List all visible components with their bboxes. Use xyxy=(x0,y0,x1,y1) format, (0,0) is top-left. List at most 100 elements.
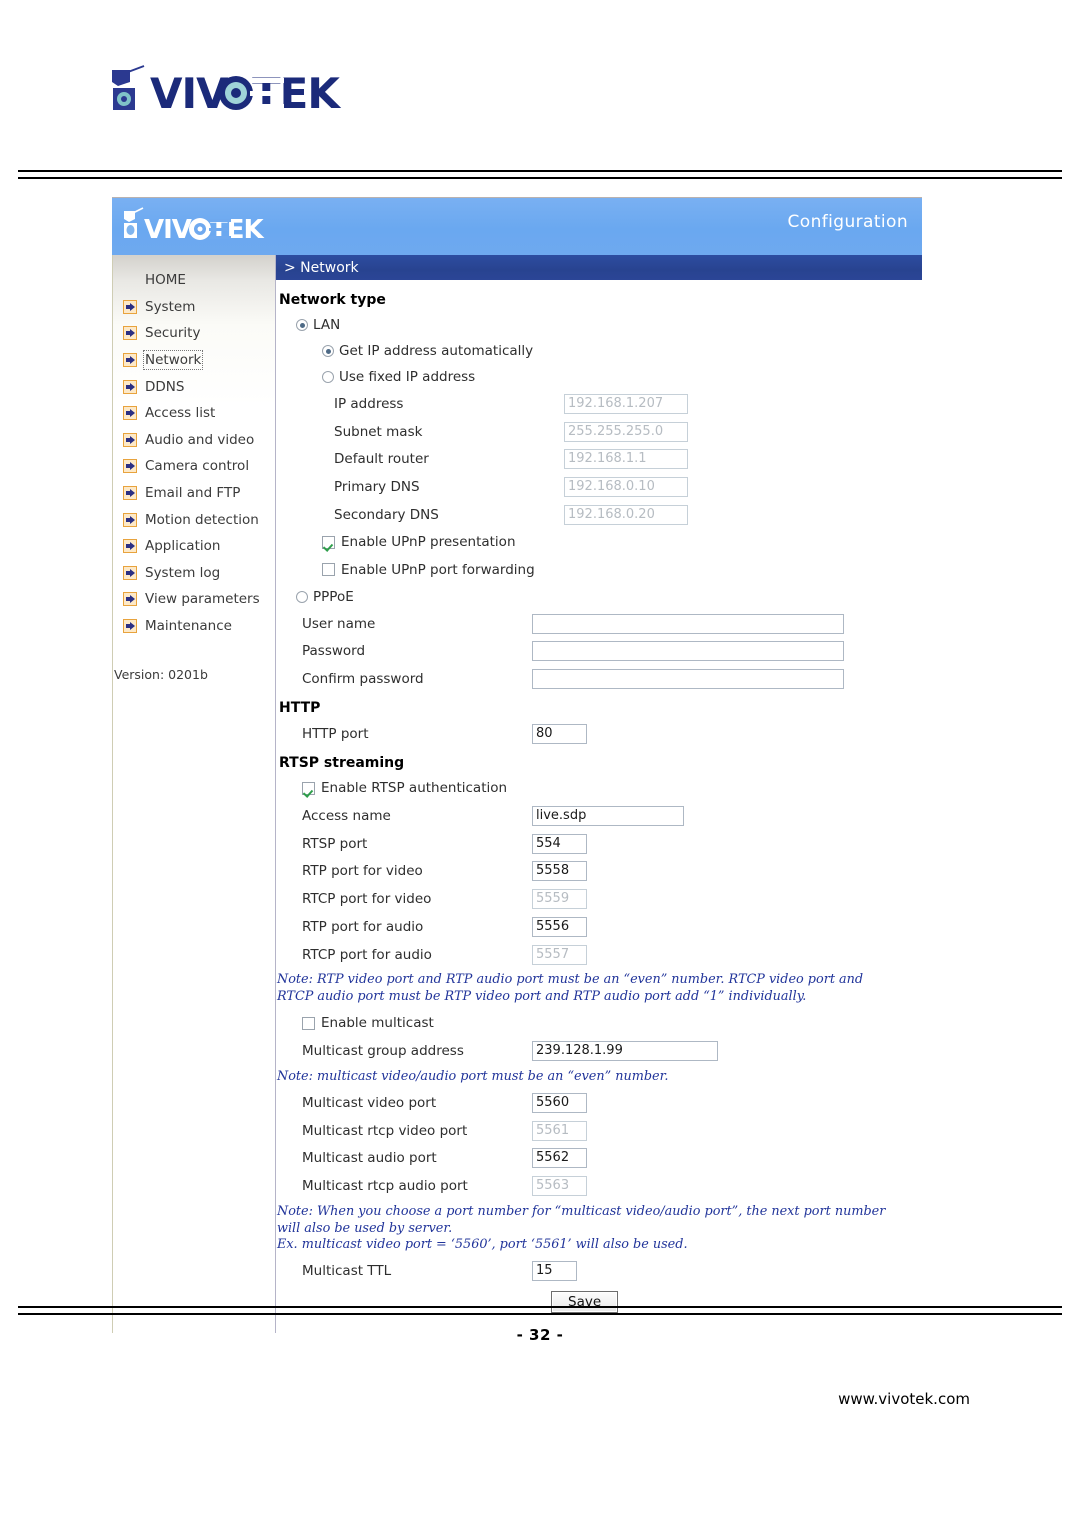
sidebar-item-security[interactable]: Security xyxy=(113,320,275,347)
sidebar-item-maintenance[interactable]: Maintenance xyxy=(113,613,275,640)
sidebar-item-label: DDNS xyxy=(145,378,185,395)
sidebar-item-home[interactable]: HOME xyxy=(113,267,275,294)
arrow-right-icon xyxy=(123,353,137,368)
sidebar-item-label: Email and FTP xyxy=(145,485,241,502)
input-rtcp-port-video[interactable]: 5559 xyxy=(532,889,587,910)
input-ip-address[interactable]: 192.168.1.207 xyxy=(564,393,688,414)
field-row-rtp-port-video: RTP port for video 5558 xyxy=(276,858,922,886)
label-rtcp-port-audio: RTCP port for audio xyxy=(302,946,432,963)
arrow-right-icon xyxy=(123,619,137,634)
input-multicast-group-address[interactable]: 239.128.1.99 xyxy=(532,1040,718,1061)
input-secondary-dns[interactable]: 192.168.0.20 xyxy=(564,504,688,525)
field-row-pppoe-password: Password xyxy=(276,638,922,666)
checkbox-upnp-presentation-icon[interactable] xyxy=(322,535,335,549)
input-primary-dns[interactable]: 192.168.0.10 xyxy=(564,476,688,497)
svg-text:VIV: VIV xyxy=(150,69,229,118)
vivotek-header-logo: VIV TEK xyxy=(118,207,298,247)
content-panel: > Network Network type LAN Get IP addres… xyxy=(276,255,922,1334)
input-pppoe-password[interactable] xyxy=(532,641,844,662)
input-rtcp-port-audio[interactable]: 5557 xyxy=(532,944,587,965)
radio-row-dhcp[interactable]: Get IP address automatically xyxy=(276,338,922,364)
note-rtp-even-ports: Note: RTP video port and RTP audio port … xyxy=(277,972,864,1004)
sidebar-item-audio-and-video[interactable]: Audio and video xyxy=(113,427,275,454)
input-multicast-audio-port[interactable]: 5562 xyxy=(532,1148,587,1169)
checkbox-row-rtsp-authentication[interactable]: Enable RTSP authentication xyxy=(276,775,922,803)
input-rtp-port-audio[interactable]: 5556 xyxy=(532,916,587,937)
checkbox-row-upnp-presentation[interactable]: Enable UPnP presentation xyxy=(276,528,922,556)
sidebar: HOME System Security Network DDNS Access… xyxy=(112,255,276,1334)
page-number: - 32 - xyxy=(516,1326,564,1344)
input-pppoe-confirm-password[interactable] xyxy=(532,669,844,690)
sidebar-item-ddns[interactable]: DDNS xyxy=(113,373,275,400)
checkbox-rtsp-authentication-icon[interactable] xyxy=(302,781,315,795)
sidebar-item-application[interactable]: Application xyxy=(113,533,275,560)
sidebar-item-view-parameters[interactable]: View parameters xyxy=(113,586,275,613)
field-row-subnet-mask: Subnet mask 255.255.255.0 xyxy=(276,418,922,446)
label-rtp-port-audio: RTP port for audio xyxy=(302,918,424,935)
input-multicast-rtcp-video-port[interactable]: 5561 xyxy=(532,1120,587,1141)
sidebar-item-system-log[interactable]: System log xyxy=(113,560,275,587)
label-multicast-audio-port: Multicast audio port xyxy=(302,1150,437,1167)
radio-lan-icon[interactable] xyxy=(296,319,308,331)
radio-fixed-ip-icon[interactable] xyxy=(322,371,334,383)
radio-row-pppoe[interactable]: PPPoE xyxy=(276,584,922,610)
input-subnet-mask[interactable]: 255.255.255.0 xyxy=(564,421,688,442)
field-row-pppoe-username: User name xyxy=(276,610,922,638)
input-multicast-rtcp-audio-port[interactable]: 5563 xyxy=(532,1176,587,1197)
field-row-http-port: HTTP port 80 xyxy=(276,720,922,748)
sidebar-item-access-list[interactable]: Access list xyxy=(113,400,275,427)
checkbox-upnp-presentation-label: Enable UPnP presentation xyxy=(341,534,516,551)
sidebar-item-network[interactable]: Network xyxy=(113,347,275,374)
input-rtsp-port[interactable]: 554 xyxy=(532,833,587,854)
label-multicast-ttl: Multicast TTL xyxy=(302,1263,392,1280)
sidebar-item-label: System log xyxy=(145,564,221,581)
sidebar-item-camera-control[interactable]: Camera control xyxy=(113,453,275,480)
label-primary-dns: Primary DNS xyxy=(334,478,420,495)
radio-fixed-ip-label: Use fixed IP address xyxy=(339,369,476,385)
arrow-right-icon xyxy=(123,592,137,607)
input-default-router[interactable]: 192.168.1.1 xyxy=(564,449,688,470)
label-rtp-port-video: RTP port for video xyxy=(302,863,423,880)
label-http-port: HTTP port xyxy=(302,725,369,742)
radio-dhcp-icon[interactable] xyxy=(322,345,334,357)
label-pppoe-confirm-password: Confirm password xyxy=(302,671,424,688)
field-row-multicast-audio-port: Multicast audio port 5562 xyxy=(276,1145,922,1173)
ui-body: HOME System Security Network DDNS Access… xyxy=(112,255,922,1334)
sidebar-item-email-and-ftp[interactable]: Email and FTP xyxy=(113,480,275,507)
field-row-pppoe-confirm-password: Confirm password xyxy=(276,665,922,693)
checkbox-row-enable-multicast[interactable]: Enable multicast xyxy=(276,1009,922,1037)
label-access-name: Access name xyxy=(302,808,391,825)
sidebar-item-label: Security xyxy=(145,325,201,342)
sidebar-item-label: Camera control xyxy=(145,458,250,475)
checkbox-row-upnp-port-forwarding[interactable]: Enable UPnP port forwarding xyxy=(276,556,922,584)
label-default-router: Default router xyxy=(334,451,429,468)
checkbox-enable-multicast-icon[interactable] xyxy=(302,1016,315,1030)
radio-row-fixed-ip[interactable]: Use fixed IP address xyxy=(276,364,922,390)
arrow-right-icon xyxy=(123,565,137,580)
input-access-name[interactable]: live.sdp xyxy=(532,806,684,827)
sidebar-item-label: Application xyxy=(145,538,221,555)
input-rtp-port-video[interactable]: 5558 xyxy=(532,861,587,882)
sidebar-item-system[interactable]: System xyxy=(113,294,275,321)
radio-row-lan[interactable]: LAN xyxy=(276,312,922,338)
sidebar-item-label: View parameters xyxy=(145,591,260,608)
arrow-right-icon xyxy=(123,539,137,554)
input-multicast-ttl[interactable]: 15 xyxy=(532,1261,577,1282)
field-row-rtsp-port: RTSP port 554 xyxy=(276,830,922,858)
field-row-rtp-port-audio: RTP port for audio 5556 xyxy=(276,913,922,941)
arrow-right-icon xyxy=(123,432,137,447)
field-row-multicast-group-address: Multicast group address 239.128.1.99 xyxy=(276,1037,922,1065)
website-url: www.vivotek.com xyxy=(838,1390,970,1408)
input-multicast-video-port[interactable]: 5560 xyxy=(532,1093,587,1114)
radio-lan-label: LAN xyxy=(313,317,341,333)
field-row-ip-address: IP address 192.168.1.207 xyxy=(276,390,922,418)
radio-pppoe-icon[interactable] xyxy=(296,590,308,603)
checkbox-upnp-port-forwarding-icon[interactable] xyxy=(322,563,335,577)
field-row-multicast-rtcp-video-port: Multicast rtcp video port 5561 xyxy=(276,1117,922,1145)
input-pppoe-username[interactable] xyxy=(532,613,844,634)
sidebar-item-motion-detection[interactable]: Motion detection xyxy=(113,506,275,533)
ui-header-bar: VIV TEK Configuration xyxy=(112,197,922,255)
input-http-port[interactable]: 80 xyxy=(532,723,587,744)
svg-text:VIV: VIV xyxy=(144,215,192,245)
form-area: Network type LAN Get IP address automati… xyxy=(276,280,922,1333)
